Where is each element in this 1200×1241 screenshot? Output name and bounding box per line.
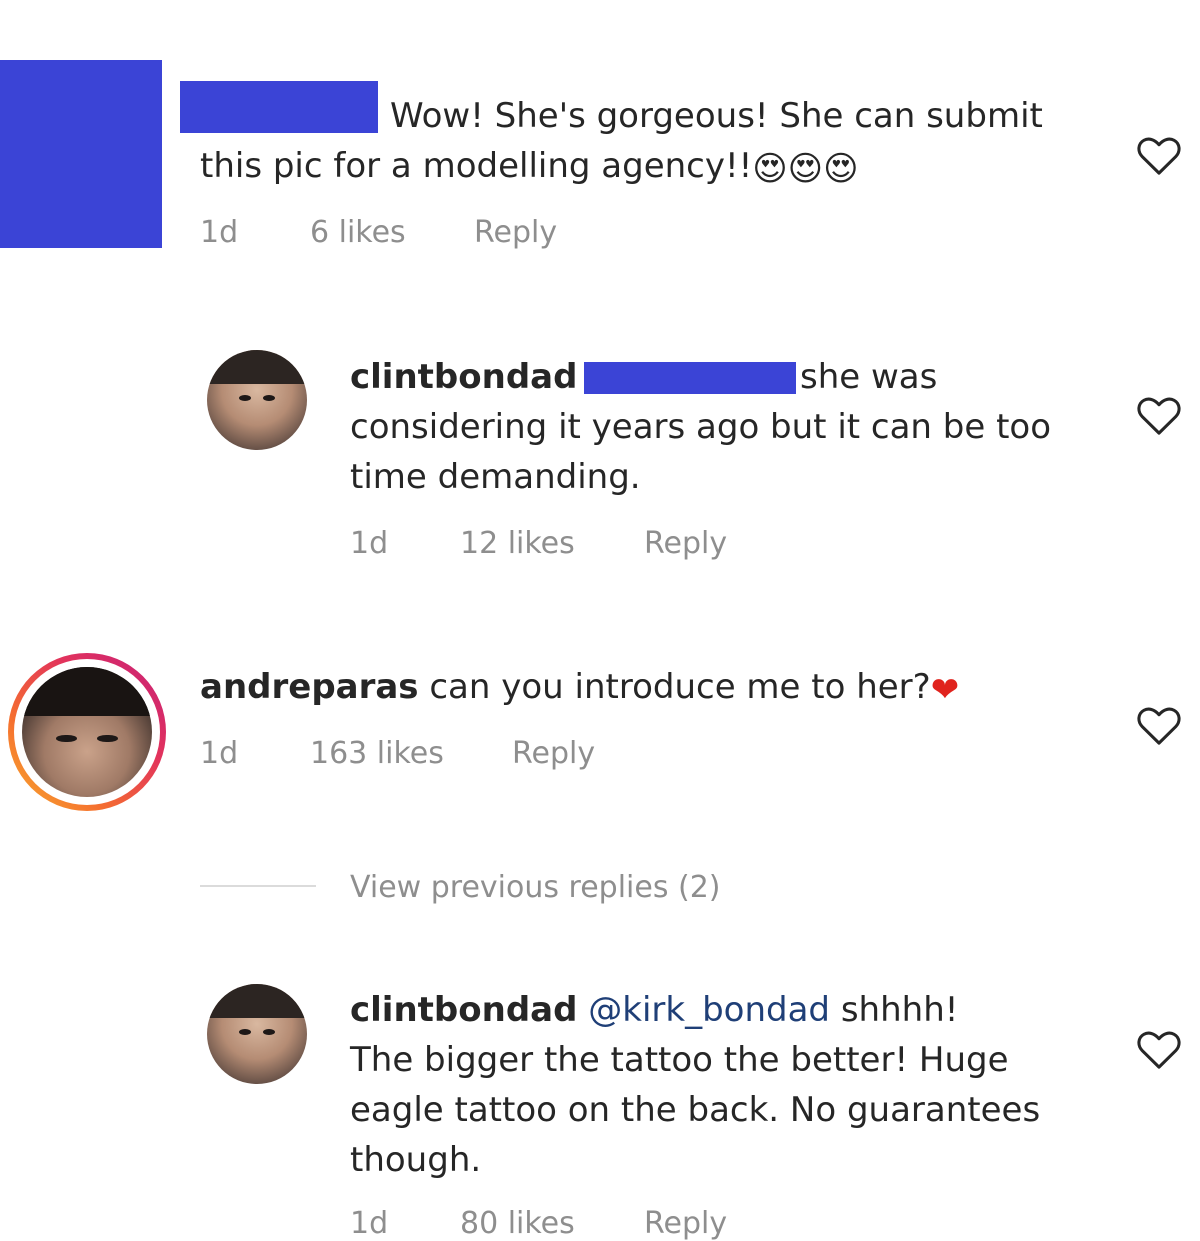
comment-2-line-1: clintbondad @: [350, 352, 622, 402]
comment-2-username[interactable]: clintbondad: [350, 357, 577, 397]
comment-3-username[interactable]: andreparas: [200, 667, 419, 707]
comment-2-reply-button[interactable]: Reply: [644, 526, 727, 561]
comment-2-time: 1d: [350, 526, 389, 561]
comment-1-line-1: Wow! She's gorgeous! She can submit: [390, 96, 1043, 136]
comment-1-text: this pic for a modelling agency!!: [200, 146, 753, 186]
heart-eyes-emoji-icon: 😍😍😍: [752, 149, 859, 189]
comment-3-time: 1d: [200, 736, 239, 771]
heart-outline-icon[interactable]: [1136, 394, 1182, 436]
comment-3-likes[interactable]: 163 likes: [310, 736, 444, 771]
comment-4-mention[interactable]: @kirk_bondad: [588, 990, 830, 1030]
avatar-andreparas: [22, 667, 152, 797]
comment-1-time: 1d: [200, 215, 239, 250]
comment-4-likes[interactable]: 80 likes: [460, 1206, 575, 1241]
comment-3-text: can you introduce me to her?: [429, 667, 931, 707]
comment-4-line-2: The bigger the tattoo the better! Huge: [350, 1040, 1009, 1080]
avatar-clintbondad[interactable]: [207, 350, 307, 450]
redacted-avatar: [0, 60, 162, 248]
heart-emoji-icon: ❤: [930, 670, 960, 710]
comment-1-likes[interactable]: 6 likes: [310, 215, 406, 250]
heart-outline-icon[interactable]: [1136, 704, 1182, 746]
heart-outline-icon[interactable]: [1136, 1028, 1182, 1070]
story-ring[interactable]: [8, 653, 166, 811]
comment-2-line-2: considering it years ago but it can be t…: [350, 407, 1052, 447]
avatar-clintbondad[interactable]: [207, 984, 307, 1084]
comment-1-reply-button[interactable]: Reply: [474, 215, 557, 250]
comment-3-reply-button[interactable]: Reply: [512, 736, 595, 771]
comment-2-likes[interactable]: 12 likes: [460, 526, 575, 561]
comment-4-text-after: shhhh!: [840, 990, 959, 1030]
view-replies-divider: [200, 885, 316, 887]
comment-2-line-3: time demanding.: [350, 457, 641, 497]
comment-4-line-1: clintbondad @kirk_bondad shhhh!: [350, 985, 958, 1035]
comment-4-time: 1d: [350, 1206, 389, 1241]
comment-4-reply-button[interactable]: Reply: [644, 1206, 727, 1241]
comment-2-text-after: she was: [800, 357, 938, 397]
heart-outline-icon[interactable]: [1136, 134, 1182, 176]
comment-4-username[interactable]: clintbondad: [350, 990, 577, 1030]
comment-1-line-2: this pic for a modelling agency!!😍😍😍: [200, 141, 859, 191]
comment-3-line-1: andreparas can you introduce me to her?❤: [200, 662, 959, 712]
comment-4-line-4: though.: [350, 1140, 482, 1180]
redacted-mention: [584, 362, 796, 394]
comment-4-line-3: eagle tattoo on the back. No guarantees: [350, 1090, 1041, 1130]
redacted-username: [180, 81, 378, 133]
view-previous-replies-button[interactable]: View previous replies (2): [350, 870, 721, 905]
